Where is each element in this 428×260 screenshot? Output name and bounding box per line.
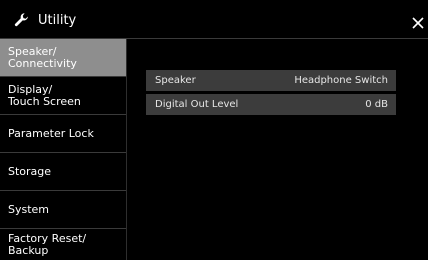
- setting-label: Speaker: [155, 75, 196, 86]
- sidebar-item-label: Touch Screen: [8, 94, 81, 108]
- close-icon[interactable]: [412, 14, 424, 29]
- setting-value: 0 dB: [365, 99, 388, 110]
- setting-label: Digital Out Level: [155, 99, 239, 110]
- sidebar-item-label: Backup: [8, 243, 49, 257]
- title-bar: Utility: [0, 0, 428, 39]
- sidebar-item-label: Connectivity: [8, 56, 77, 70]
- page-title: Utility: [38, 13, 77, 28]
- sidebar-item-system[interactable]: System: [0, 191, 126, 229]
- sidebar-item-display-touch-screen[interactable]: Display/ Touch Screen: [0, 77, 126, 115]
- sidebar: Speaker/ Connectivity Display/ Touch Scr…: [0, 39, 126, 260]
- sidebar-item-parameter-lock[interactable]: Parameter Lock: [0, 115, 126, 153]
- sidebar-item-label: Display/: [8, 82, 53, 96]
- sidebar-item-label: Parameter Lock: [8, 126, 94, 140]
- sidebar-item-storage[interactable]: Storage: [0, 153, 126, 191]
- wrench-icon: [14, 12, 30, 28]
- sidebar-item-label: Storage: [8, 164, 52, 178]
- setting-row-speaker[interactable]: Speaker Headphone Switch: [146, 70, 396, 91]
- sidebar-item-label: System: [8, 202, 50, 216]
- settings-panel: Speaker Headphone Switch Digital Out Lev…: [127, 39, 428, 260]
- sidebar-item-label: Factory Reset/: [8, 231, 87, 245]
- setting-row-digital-out-level[interactable]: Digital Out Level 0 dB: [146, 94, 396, 115]
- sidebar-item-factory-reset-backup[interactable]: Factory Reset/ Backup: [0, 229, 126, 260]
- setting-value: Headphone Switch: [294, 75, 388, 86]
- sidebar-item-speaker-connectivity[interactable]: Speaker/ Connectivity: [0, 39, 126, 77]
- sidebar-item-label: Speaker/: [8, 44, 57, 58]
